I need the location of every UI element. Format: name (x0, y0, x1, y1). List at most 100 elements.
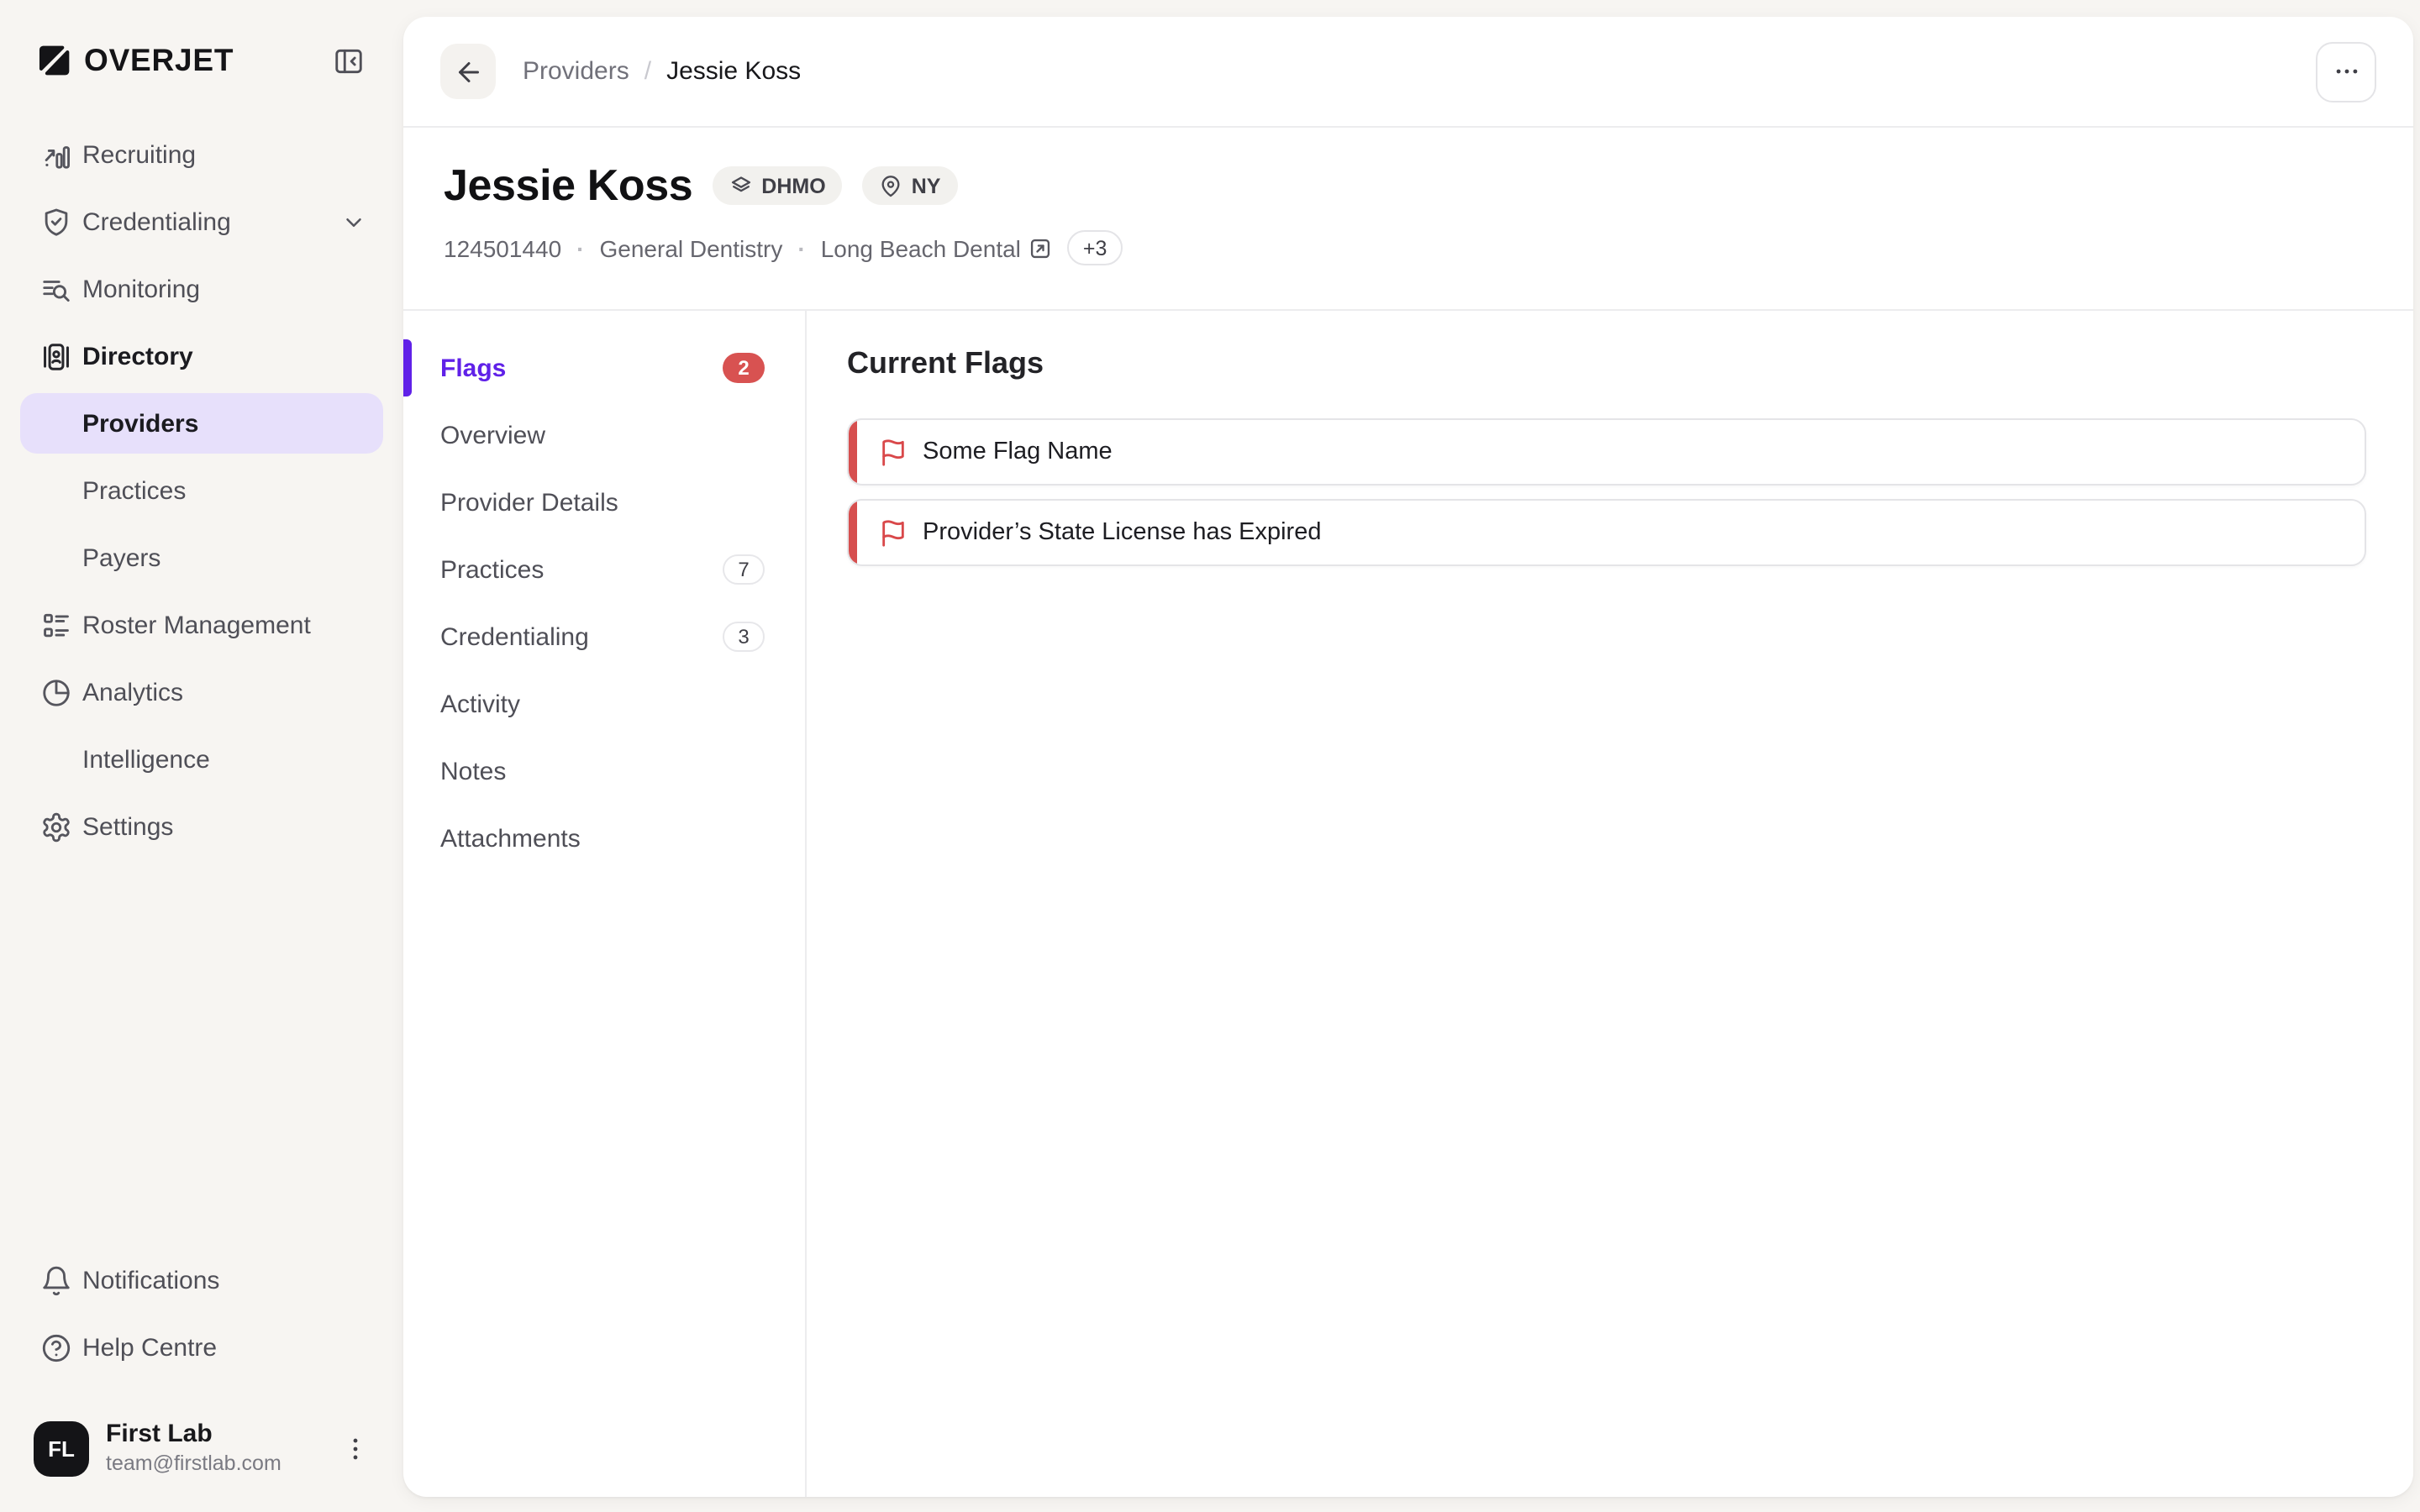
section-heading: Current Flags (847, 346, 2366, 381)
meta-separator: · (576, 234, 584, 261)
sidebar-item-label: Notifications (82, 1266, 219, 1294)
provider-body: Flags 2 Overview Provider Details Practi… (403, 311, 2413, 1497)
tab-flags[interactable]: Flags 2 (403, 334, 805, 402)
flag-label: Provider’s State License has Expired (923, 519, 1321, 546)
contact-card-icon (40, 340, 72, 372)
more-actions-button[interactable] (2316, 41, 2376, 102)
tab-label: Overview (440, 421, 545, 449)
more-practices-badge[interactable]: +3 (1068, 230, 1123, 265)
credentialing-count-badge: 3 (723, 622, 765, 652)
layers-icon (729, 174, 753, 197)
list-search-icon (40, 273, 72, 305)
sidebar-item-payers[interactable]: Payers (20, 528, 383, 588)
tab-practices[interactable]: Practices 7 (403, 536, 805, 603)
sidebar-item-label: Directory (82, 342, 193, 370)
tab-label: Notes (440, 757, 506, 785)
state-badge: NY (863, 166, 958, 205)
tab-attachments[interactable]: Attachments (403, 805, 805, 872)
tab-label: Provider Details (440, 488, 618, 517)
logo-row: OVERJET (20, 0, 383, 121)
sidebar-item-roster-management[interactable]: Roster Management (20, 595, 383, 655)
tab-notes[interactable]: Notes (403, 738, 805, 805)
sidebar-item-label: Roster Management (82, 611, 311, 639)
sidebar-item-label: Monitoring (82, 275, 200, 303)
flag-label: Some Flag Name (923, 438, 1113, 465)
meta-separator: · (797, 234, 805, 261)
breadcrumb-current: Jessie Koss (666, 57, 801, 86)
practice-name: Long Beach Dental (821, 234, 1021, 261)
sidebar-item-label: Help Centre (82, 1333, 217, 1362)
app-root: OVERJET Recruiting (0, 0, 2420, 1512)
sidebar-footer: Notifications Help Centre FL First Lab t… (20, 1250, 383, 1488)
provider-meta-row: 124501440 · General Dentistry · Long Bea… (444, 230, 2373, 265)
sidebar-item-intelligence[interactable]: Intelligence (20, 729, 383, 790)
main-panel: Providers / Jessie Koss Jessie Koss (403, 17, 2413, 1497)
sidebar-item-analytics[interactable]: Analytics (20, 662, 383, 722)
page-header: Providers / Jessie Koss (403, 17, 2413, 126)
bell-icon (40, 1264, 72, 1296)
provider-title-block: Jessie Koss DHMO NY (403, 128, 2413, 309)
sidebar-item-label: Intelligence (82, 745, 210, 774)
sidebar-item-label: Recruiting (82, 140, 196, 169)
sidebar-item-recruiting[interactable]: Recruiting (20, 124, 383, 185)
sidebar-item-label: Practices (82, 476, 186, 505)
tab-label: Attachments (440, 824, 581, 853)
practice-link[interactable]: Long Beach Dental (821, 234, 1053, 261)
back-button[interactable] (440, 44, 496, 99)
flag-icon (879, 438, 908, 466)
sidebar-item-notifications[interactable]: Notifications (20, 1250, 383, 1310)
sidebar-item-label: Providers (82, 409, 198, 438)
sidebar-item-label: Settings (82, 812, 173, 841)
tab-activity[interactable]: Activity (403, 670, 805, 738)
tab-credentialing[interactable]: Credentialing 3 (403, 603, 805, 670)
tab-provider-details[interactable]: Provider Details (403, 469, 805, 536)
external-link-icon (1029, 236, 1053, 260)
state-badge-label: NY (912, 174, 941, 197)
help-circle-icon (40, 1331, 72, 1363)
sidebar: OVERJET Recruiting (0, 0, 403, 1512)
chart-growth-icon (40, 139, 72, 171)
sidebar-item-label: Credentialing (82, 207, 231, 236)
tab-label: Credentialing (440, 622, 589, 651)
pie-chart-icon (40, 676, 72, 708)
sidebar-item-monitoring[interactable]: Monitoring (20, 259, 383, 319)
overjet-logo-icon (35, 42, 72, 79)
flag-row[interactable]: Provider’s State License has Expired (847, 499, 2366, 566)
user-meta: First Lab team@firstlab.com (106, 1420, 281, 1478)
sidebar-item-help-centre[interactable]: Help Centre (20, 1317, 383, 1378)
page-title: Jessie Koss (444, 160, 692, 212)
flag-row[interactable]: Some Flag Name (847, 418, 2366, 486)
tab-label: Activity (440, 690, 520, 718)
sidebar-item-label: Analytics (82, 678, 183, 706)
sidebar-item-directory[interactable]: Directory (20, 326, 383, 386)
kebab-menu-icon[interactable] (334, 1427, 376, 1469)
provider-id: 124501440 (444, 234, 561, 261)
tab-label: Flags (440, 354, 506, 382)
sidebar-item-providers[interactable]: Providers (20, 393, 383, 454)
flags-count-badge: 2 (723, 354, 765, 383)
plan-badge: DHMO (713, 166, 842, 205)
collapse-sidebar-icon[interactable] (326, 39, 370, 82)
map-pin-icon (880, 174, 903, 197)
flag-icon (879, 518, 908, 547)
sidebar-item-credentialing[interactable]: Credentialing (20, 192, 383, 252)
user-account-row[interactable]: FL First Lab team@firstlab.com (20, 1408, 383, 1488)
provider-specialty: General Dentistry (600, 234, 783, 261)
sidebar-item-practices[interactable]: Practices (20, 460, 383, 521)
sidebar-item-settings[interactable]: Settings (20, 796, 383, 857)
gear-icon (40, 811, 72, 843)
shield-check-icon (40, 206, 72, 238)
user-email: team@firstlab.com (106, 1451, 281, 1477)
sidebar-item-label: Payers (82, 543, 160, 572)
breadcrumb-providers[interactable]: Providers (523, 57, 629, 86)
plan-badge-label: DHMO (761, 174, 825, 197)
sidebar-nav: Recruiting Credentialing (20, 121, 383, 864)
tab-overview[interactable]: Overview (403, 402, 805, 469)
layout-list-icon (40, 609, 72, 641)
flags-panel: Current Flags Some Flag Name (807, 311, 2413, 1497)
avatar: FL (34, 1420, 89, 1476)
chevron-down-icon (341, 209, 366, 234)
practices-count-badge: 7 (723, 555, 765, 585)
provider-tabs: Flags 2 Overview Provider Details Practi… (403, 311, 807, 1497)
logo-text: OVERJET (84, 42, 234, 79)
